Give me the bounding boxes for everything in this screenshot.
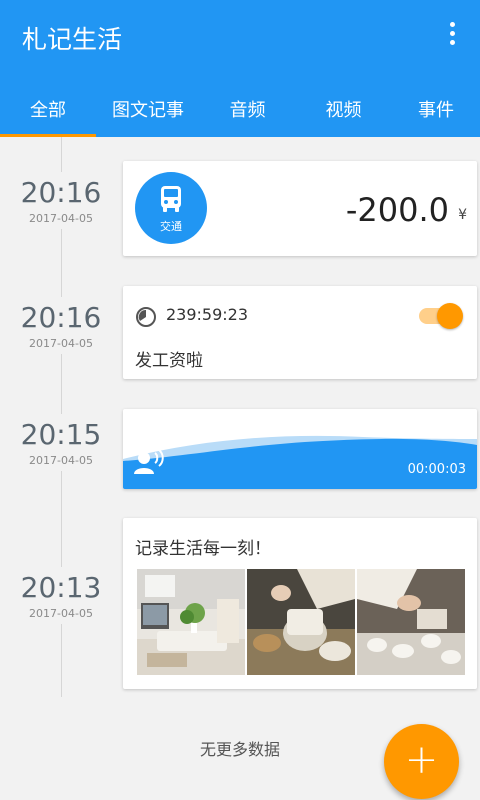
tab-label: 视频 <box>325 99 362 121</box>
add-entry-button[interactable]: + <box>384 724 459 799</box>
entry-date: 2017-04-05 <box>29 454 93 467</box>
clock-icon <box>136 307 156 327</box>
event-card[interactable]: 239:59:23 发工资啦 <box>123 286 477 379</box>
tab-bar: 全部 图文记事 音频 视频 事件 <box>0 80 480 137</box>
category-label: 交通 <box>160 220 182 233</box>
tab-label: 事件 <box>418 99 454 121</box>
event-text: 发工资啦 <box>135 351 203 371</box>
tab-audio[interactable]: 音频 <box>200 80 295 137</box>
tea-set-photo[interactable] <box>247 569 355 675</box>
expense-card[interactable]: 交通 -200.0 ¥ <box>123 161 477 256</box>
listen-icon <box>134 449 164 474</box>
event-toggle[interactable] <box>417 302 463 330</box>
plus-icon: + <box>404 737 439 783</box>
photo-card[interactable]: 记录生活每一刻！ <box>123 518 477 689</box>
entry-date: 2017-04-05 <box>29 212 93 225</box>
entry-time: 20:13 <box>20 571 102 604</box>
entry-timestamp: 20:16 2017-04-05 <box>0 172 122 229</box>
category-badge: 交通 <box>135 172 207 244</box>
audio-duration: 00:00:03 <box>407 462 466 477</box>
entry-date: 2017-04-05 <box>29 337 93 350</box>
tab-events[interactable]: 事件 <box>392 80 480 137</box>
tab-label: 全部 <box>30 99 66 121</box>
entry-time: 20:16 <box>20 301 102 334</box>
tab-video[interactable]: 视频 <box>295 80 392 137</box>
entry-timestamp: 20:16 2017-04-05 <box>0 297 122 354</box>
photo-note-title: 记录生活每一刻！ <box>135 539 271 559</box>
tab-all[interactable]: 全部 <box>0 80 96 137</box>
entry-timestamp: 20:13 2017-04-05 <box>0 567 122 624</box>
expense-amount: -200.0 <box>345 191 449 229</box>
tea-cups-photo[interactable] <box>357 569 465 675</box>
audio-card[interactable]: 00:00:03 <box>123 409 477 489</box>
more-options-icon[interactable] <box>442 22 462 52</box>
entry-timestamp: 20:15 2017-04-05 <box>0 414 122 471</box>
entry-date: 2017-04-05 <box>29 607 93 620</box>
bus-icon <box>161 186 181 212</box>
tab-photo-notes[interactable]: 图文记事 <box>96 80 200 137</box>
app-bar: 札记生活 全部 图文记事 音频 视频 事件 <box>0 0 480 137</box>
tab-label: 图文记事 <box>112 99 184 121</box>
currency-symbol: ¥ <box>458 207 467 223</box>
tab-label: 音频 <box>229 99 266 121</box>
event-duration: 239:59:23 <box>166 305 249 324</box>
entry-time: 20:15 <box>20 418 102 451</box>
toggle-thumb <box>437 303 463 329</box>
living-room-photo[interactable] <box>137 569 245 675</box>
audio-waveform <box>123 435 477 489</box>
app-title: 札记生活 <box>22 25 123 54</box>
entry-time: 20:16 <box>20 176 102 209</box>
